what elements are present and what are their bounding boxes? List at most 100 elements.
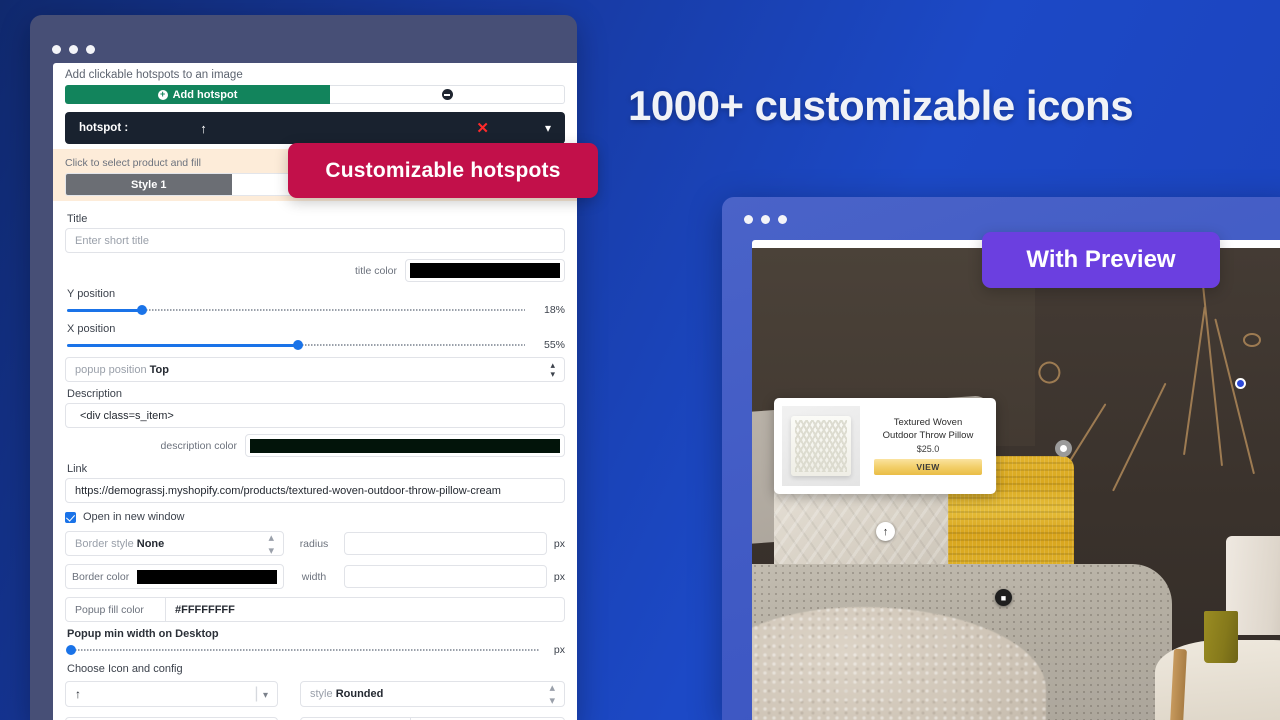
title-input[interactable]: Enter short title — [65, 228, 565, 253]
border-style-value: None — [136, 537, 165, 550]
border-style-select[interactable]: Border style None ▴ ▾ — [65, 531, 284, 557]
width-label: width — [301, 570, 327, 583]
link-input[interactable]: https://demograssj.myshopify.com/product… — [65, 478, 565, 503]
add-hotspot-label: Add hotspot — [172, 88, 238, 101]
badge-with-preview: With Preview — [982, 232, 1220, 288]
width-input[interactable] — [344, 565, 547, 588]
hotspot-marker-gray[interactable] — [1055, 440, 1072, 457]
window-controls-left[interactable] — [52, 45, 95, 54]
popup-position-label: popup position — [75, 363, 147, 376]
title-color-picker[interactable] — [405, 259, 565, 282]
border-color-picker[interactable]: Border color — [65, 564, 284, 589]
x-position-value: 55% — [543, 339, 565, 351]
tab-style-1[interactable]: Style 1 — [66, 174, 232, 195]
hotspot-marker-blue[interactable] — [1235, 378, 1246, 389]
popup-min-width-slider[interactable]: px — [65, 643, 565, 657]
window-minimize-dot[interactable] — [69, 45, 78, 54]
stepper-icon[interactable]: ▴ ▾ — [549, 681, 555, 707]
arrow-up-icon: ↑ — [882, 525, 889, 538]
page-title: 1000+ customizable icons — [628, 82, 1134, 129]
border-color-swatch — [137, 569, 277, 584]
border-color-row: Border color width px — [65, 564, 565, 589]
stepper-icon[interactable]: ▴ ▾ — [268, 531, 274, 557]
stepper-icon[interactable]: ▴ ▾ — [550, 360, 555, 379]
border-style-label: Border style — [75, 537, 134, 550]
title-color-label: title color — [354, 264, 397, 277]
open-new-window-row[interactable]: Open in new window — [65, 511, 565, 523]
radius-unit: px — [553, 537, 565, 550]
window-close-dot[interactable] — [744, 215, 753, 224]
description-input[interactable]: <div class=s_item> — [65, 403, 565, 428]
chevron-down-icon[interactable]: ▾ — [263, 690, 268, 701]
open-new-window-label: Open in new window — [83, 511, 185, 523]
scene-branch-loop — [1242, 332, 1261, 347]
arrow-up-icon[interactable]: ↑ — [200, 121, 207, 136]
chevron-down-icon[interactable]: ▾ — [545, 121, 551, 135]
y-position-slider[interactable]: 18% — [65, 303, 565, 317]
product-info: Textured Woven Outdoor Throw Pillow $25.… — [868, 406, 988, 486]
icon-style-select[interactable]: style Rounded ▴ ▾ — [300, 681, 565, 707]
width-unit: px — [553, 570, 565, 583]
product-title-line2: Outdoor Throw Pillow — [882, 430, 974, 441]
badge-customizable-hotspots: Customizable hotspots — [288, 143, 598, 198]
border-style-row: Border style None ▴ ▾ radius px — [65, 531, 565, 557]
window-minimize-dot[interactable] — [761, 215, 770, 224]
product-pillow-thumbnail — [791, 416, 851, 476]
icon-select[interactable]: ↑ | ▾ — [65, 681, 278, 707]
window-close-dot[interactable] — [52, 45, 61, 54]
title-label: Title — [67, 213, 88, 225]
product-preview-card[interactable]: Textured Woven Outdoor Throw Pillow $25.… — [774, 398, 996, 494]
product-image — [782, 406, 860, 486]
cart-icon: ■ — [1000, 592, 1007, 603]
window-maximize-dot[interactable] — [86, 45, 95, 54]
popup-position-value: Top — [149, 363, 169, 376]
border-color-label: Border color — [72, 570, 130, 583]
open-new-window-checkbox[interactable] — [65, 511, 76, 523]
preview-scene-image: ↑ ■ Textured Woven Outdoor Throw Pillow … — [752, 248, 1280, 720]
description-color-row: description color — [65, 434, 565, 457]
popup-fill-color-label: Popup fill color — [66, 598, 166, 621]
popup-min-width-label: Popup min width on Desktop — [67, 628, 219, 640]
product-hint-label: Click to select product and fill — [65, 157, 201, 169]
popup-position-select[interactable]: popup position Top ▴ ▾ — [65, 357, 565, 382]
link-label: Link — [67, 463, 88, 475]
title-color-swatch — [410, 263, 560, 278]
title-color-row: title color — [65, 259, 565, 282]
add-hotspot-button[interactable]: + Add hotspot — [65, 85, 330, 104]
x-position-label: X position — [67, 323, 116, 335]
popup-fill-color-field[interactable]: Popup fill color #FFFFFFFF — [65, 597, 565, 622]
minus-circle-icon — [441, 89, 453, 100]
description-color-swatch — [250, 438, 560, 453]
preview-body: ↑ ■ Textured Woven Outdoor Throw Pillow … — [752, 240, 1280, 720]
description-color-label: description color — [160, 439, 237, 452]
radius-label: radius — [299, 537, 329, 550]
hotspot-form: Title Enter short title title color Y po… — [53, 201, 577, 720]
x-position-slider[interactable]: 55% — [65, 338, 565, 352]
popup-min-width-thumb[interactable] — [66, 645, 76, 655]
y-position-value: 18% — [543, 304, 565, 316]
description-color-picker[interactable] — [245, 434, 565, 457]
product-price: $25.0 — [916, 444, 940, 454]
window-maximize-dot[interactable] — [778, 215, 787, 224]
product-view-button[interactable]: VIEW — [874, 459, 982, 475]
plus-circle-icon: + — [157, 89, 168, 100]
scene-glass — [1204, 611, 1239, 664]
description-label: Description — [67, 388, 123, 400]
y-position-thumb[interactable] — [137, 305, 147, 315]
popup-fill-color-value[interactable]: #FFFFFFFF — [166, 598, 564, 621]
hotspot-marker-arrow[interactable]: ↑ — [876, 522, 895, 541]
arrow-up-icon: ↑ — [75, 687, 81, 701]
remove-hotspot-button[interactable] — [330, 85, 565, 104]
add-hotspot-row: + Add hotspot — [53, 85, 577, 104]
icon-config-row: ↑ | ▾ style Rounded ▴ ▾ — [65, 681, 565, 707]
hotspot-item-label: hotspot : — [79, 122, 129, 134]
editor-window: Add clickable hotspots to an image + Add… — [30, 15, 577, 720]
close-x-icon[interactable]: ✕ — [476, 119, 489, 137]
window-controls-right[interactable] — [744, 215, 787, 224]
x-position-thumb[interactable] — [293, 340, 303, 350]
radius-input[interactable] — [344, 532, 547, 555]
choose-icon-label: Choose Icon and config — [67, 663, 183, 675]
editor-header: Add clickable hotspots to an image — [65, 69, 243, 81]
hotspot-item-header[interactable]: hotspot : ↑ ✕ ▾ — [65, 112, 565, 144]
hotspot-marker-dark[interactable]: ■ — [995, 589, 1012, 606]
